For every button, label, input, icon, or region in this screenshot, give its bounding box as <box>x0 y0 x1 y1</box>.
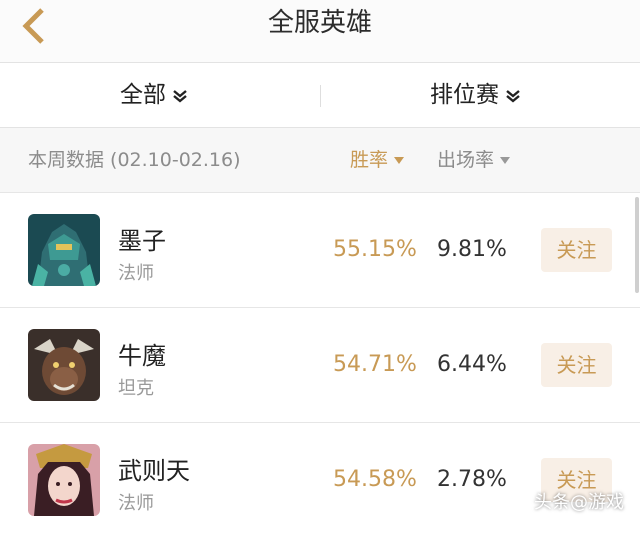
hero-avatar <box>28 444 100 516</box>
watermark: 头条@游戏 <box>508 488 636 518</box>
hero-avatar <box>28 329 100 401</box>
scrollbar[interactable] <box>635 197 639 293</box>
hero-pick-rate: 9.81% <box>437 237 507 262</box>
hero-pick-rate: 6.44% <box>437 352 507 377</box>
sort-down-triangle-icon <box>500 157 511 164</box>
win-rate-label: 胜率 <box>350 149 389 171</box>
hero-pick-rate: 2.78% <box>437 467 507 492</box>
watermark-logo-icon <box>508 492 530 514</box>
hero-win-rate: 54.58% <box>333 467 417 492</box>
double-chevron-down-icon <box>505 64 521 128</box>
filter-divider <box>320 85 321 107</box>
scope-filter-label: 全部 <box>120 82 166 108</box>
hero-row[interactable]: 牛魔 坦克 54.71% 6.44% 关注 <box>0 308 640 423</box>
data-period: 本周数据 (02.10-02.16) <box>28 149 241 171</box>
mode-filter-dropdown[interactable]: 排位赛 <box>430 63 521 127</box>
scope-filter-dropdown[interactable]: 全部 <box>120 63 188 127</box>
hero-win-rate: 54.71% <box>333 352 417 377</box>
follow-button[interactable]: 关注 <box>541 228 612 272</box>
page-title: 全服英雄 <box>267 8 372 38</box>
watermark-text: 头条@游戏 <box>534 492 624 513</box>
hero-name: 武则天 <box>118 457 190 485</box>
hero-role: 法师 <box>118 263 154 284</box>
hero-name: 墨子 <box>118 227 166 255</box>
hero-avatar <box>28 214 100 286</box>
hero-name: 牛魔 <box>118 342 166 370</box>
hero-win-rate: 55.15% <box>333 237 417 262</box>
hero-role: 法师 <box>118 493 154 514</box>
hero-row[interactable]: 武则天 法师 54.58% 2.78% 关注 <box>0 423 640 537</box>
filter-bar: 全部 排位赛 <box>0 63 640 128</box>
mode-filter-label: 排位赛 <box>430 82 499 108</box>
double-chevron-down-icon <box>172 64 188 128</box>
hero-row[interactable]: 墨子 法师 55.15% 9.81% 关注 <box>0 193 640 308</box>
sort-win-rate[interactable]: 胜率 <box>350 128 405 192</box>
stats-header: 本周数据 (02.10-02.16) 胜率 出场率 <box>0 128 640 193</box>
sort-pick-rate[interactable]: 出场率 <box>437 128 511 192</box>
hero-role: 坦克 <box>118 378 154 399</box>
sort-down-triangle-icon <box>394 157 405 164</box>
pick-rate-label: 出场率 <box>437 149 495 171</box>
follow-button[interactable]: 关注 <box>541 343 612 387</box>
top-nav-bar: 全服英雄 <box>0 0 640 63</box>
